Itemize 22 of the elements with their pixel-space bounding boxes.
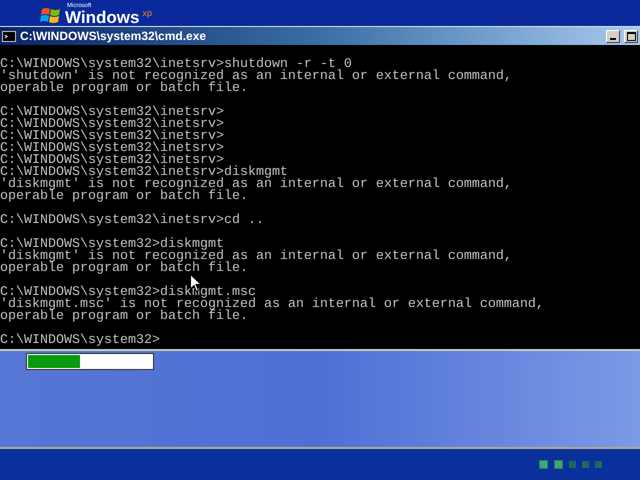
maximize-icon <box>626 32 636 40</box>
minimize-button[interactable] <box>606 30 620 42</box>
logo-text: Windows <box>65 9 140 26</box>
console-line: operable program or batch file. <box>0 191 249 203</box>
logo-text: xp <box>142 8 152 18</box>
console-icon <box>2 30 16 42</box>
console-line: C:\WINDOWS\system32>diskmgmt <box>0 239 225 251</box>
console-line: C:\WINDOWS\system32\inetsrv> <box>0 131 225 143</box>
console-line: operable program or batch file. <box>0 83 249 95</box>
flag-icon <box>40 6 62 26</box>
console-line: C:\WINDOWS\system32>diskmgmt.msc <box>0 287 257 299</box>
console-line: C:\WINDOWS\system32\inetsrv> <box>0 107 225 119</box>
console-line: C:\WINDOWS\system32\inetsrv> <box>0 119 225 131</box>
console-line: C:\WINDOWS\system32\inetsrv> <box>0 143 225 155</box>
window-title: C:\WINDOWS\system32\cmd.exe <box>20 29 208 43</box>
console-line: operable program or batch file. <box>0 311 248 323</box>
console-line: C:\WINDOWS\system32> <box>0 335 161 347</box>
console-line: C:\WINDOWS\system32\inetsrv>diskmgmt <box>0 167 288 179</box>
maximize-button[interactable] <box>624 30 638 42</box>
console-line: C:\WINDOWS\system32\inetsrv>cd .. <box>0 215 265 227</box>
console-line: C:\WINDOWS\system32\inetsrv> <box>0 155 224 167</box>
console-line: operable program or batch file. <box>0 263 249 275</box>
